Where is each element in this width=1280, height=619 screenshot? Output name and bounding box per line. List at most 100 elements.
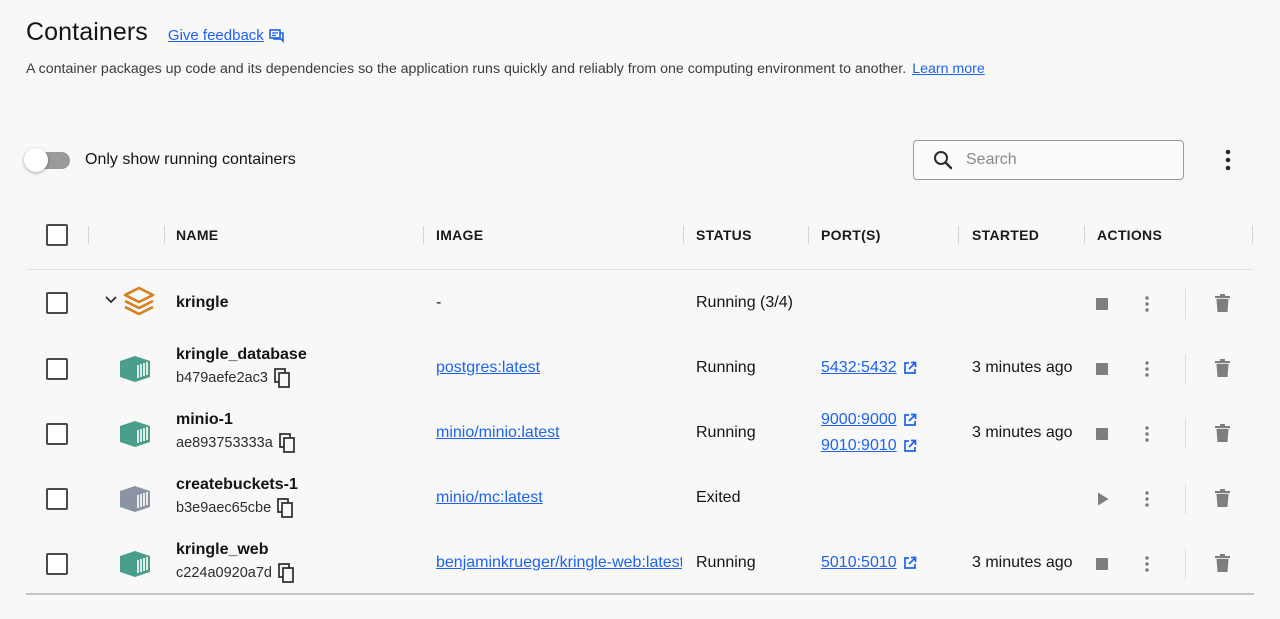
learn-more-link[interactable]: Learn more xyxy=(912,61,985,77)
table-row[interactable]: createbuckets-1 b3e9aec65cbe minio/mc:la… xyxy=(26,468,1254,533)
row-checkbox[interactable] xyxy=(46,423,68,445)
external-link-icon xyxy=(903,361,916,374)
select-all-checkbox[interactable] xyxy=(46,224,68,246)
table-row[interactable]: minio-1 ae893753333a minio/minio:latest … xyxy=(26,403,1254,468)
give-feedback-label: Give feedback xyxy=(167,27,264,44)
column-header-actions: ACTIONS xyxy=(1097,227,1163,243)
container-image-link[interactable]: minio/minio:latest xyxy=(436,424,682,442)
copy-icon[interactable] xyxy=(278,433,295,453)
row-more-button[interactable] xyxy=(1140,554,1154,574)
trash-icon[interactable] xyxy=(1215,294,1230,312)
container-status: Running xyxy=(696,424,756,441)
container-name[interactable]: minio-1 xyxy=(176,411,233,429)
container-started: 3 minutes ago xyxy=(972,359,1073,376)
stop-icon[interactable] xyxy=(1096,363,1108,375)
container-name[interactable]: kringle_database xyxy=(176,346,307,364)
column-divider xyxy=(808,226,809,244)
more-vert-icon xyxy=(1145,426,1149,442)
column-header-status[interactable]: STATUS xyxy=(696,227,752,243)
running-filter-toggle[interactable] xyxy=(24,148,70,172)
table-row[interactable]: kringle_web c224a0920a7d benjaminkrueger… xyxy=(26,533,1254,595)
search-box[interactable] xyxy=(913,140,1184,180)
copy-icon[interactable] xyxy=(278,563,294,583)
containers-table: NAME IMAGE STATUS PORT(S) STARTED ACTION… xyxy=(26,210,1254,595)
port-text: 9010:9010 xyxy=(821,437,897,454)
container-started: 3 minutes ago xyxy=(972,554,1073,571)
stack-icon xyxy=(123,286,155,316)
actions-divider xyxy=(1185,289,1186,319)
container-image-link[interactable]: postgres:latest xyxy=(436,359,682,377)
trash-icon[interactable] xyxy=(1215,489,1230,507)
container-id-text: ae893753333a xyxy=(176,435,273,451)
container-icon xyxy=(120,486,150,512)
trash-icon[interactable] xyxy=(1215,359,1230,377)
row-more-button[interactable] xyxy=(1140,424,1154,444)
external-link-icon xyxy=(903,439,916,452)
copy-icon[interactable] xyxy=(277,498,294,518)
external-link-icon xyxy=(903,556,916,569)
more-vert-icon xyxy=(1145,296,1149,312)
page-header: Containers Give feedback xyxy=(26,18,284,47)
port-link[interactable]: 9010:9010 xyxy=(821,437,917,455)
row-checkbox[interactable] xyxy=(46,358,68,380)
stop-icon[interactable] xyxy=(1096,428,1108,440)
container-image-link[interactable]: benjaminkrueger/kringle-web:latest xyxy=(436,554,682,572)
more-vert-icon xyxy=(1145,556,1149,572)
column-header-image[interactable]: IMAGE xyxy=(436,227,483,243)
container-id-text: b479aefe2ac3 xyxy=(176,370,268,386)
column-divider xyxy=(1084,226,1085,244)
row-checkbox[interactable] xyxy=(46,292,68,314)
column-header-ports[interactable]: PORT(S) xyxy=(821,227,881,243)
container-status: Running xyxy=(696,359,756,376)
page-description: A container packages up code and its dep… xyxy=(26,61,985,77)
row-more-button[interactable] xyxy=(1140,489,1154,509)
running-filter-label: Only show running containers xyxy=(85,151,296,168)
give-feedback-link[interactable]: Give feedback xyxy=(168,27,284,44)
column-divider xyxy=(683,226,684,244)
play-icon[interactable] xyxy=(1097,492,1109,506)
group-name[interactable]: kringle xyxy=(176,294,228,312)
external-link-icon xyxy=(903,413,916,426)
actions-divider xyxy=(1185,354,1186,384)
container-id-text: b3e9aec65cbe xyxy=(176,500,272,516)
port-link[interactable]: 5010:5010 xyxy=(821,554,917,572)
port-text: 9000:9000 xyxy=(821,411,897,428)
table-row-group[interactable]: kringle - Running (3/4) xyxy=(26,270,1254,338)
container-id: b479aefe2ac3 xyxy=(176,368,290,388)
container-icon xyxy=(120,356,150,382)
container-status: Running xyxy=(696,554,756,571)
port-text: 5010:5010 xyxy=(821,554,897,571)
container-name[interactable]: kringle_web xyxy=(176,541,268,559)
table-header: NAME IMAGE STATUS PORT(S) STARTED ACTION… xyxy=(26,210,1254,270)
port-link[interactable]: 5432:5432 xyxy=(821,359,917,377)
table-row[interactable]: kringle_database b479aefe2ac3 postgres:l… xyxy=(26,338,1254,403)
trash-icon[interactable] xyxy=(1215,424,1230,442)
container-image-link[interactable]: minio/mc:latest xyxy=(436,489,682,507)
column-header-started[interactable]: STARTED xyxy=(972,227,1039,243)
trash-icon[interactable] xyxy=(1215,554,1230,572)
column-divider xyxy=(1252,226,1253,244)
column-divider xyxy=(164,226,165,244)
more-vert-icon xyxy=(1225,149,1231,171)
description-text: A container packages up code and its dep… xyxy=(26,61,907,77)
more-vert-icon xyxy=(1145,491,1149,507)
container-icon xyxy=(120,421,150,447)
copy-icon[interactable] xyxy=(274,368,290,388)
row-more-button[interactable] xyxy=(1140,359,1154,379)
column-divider xyxy=(423,226,424,244)
chevron-down-icon[interactable] xyxy=(104,295,118,305)
row-checkbox[interactable] xyxy=(46,488,68,510)
container-name[interactable]: createbuckets-1 xyxy=(176,476,298,494)
row-more-button[interactable] xyxy=(1140,294,1154,314)
column-header-name[interactable]: NAME xyxy=(176,227,218,243)
container-started: 3 minutes ago xyxy=(972,424,1073,441)
port-link[interactable]: 9000:9000 xyxy=(821,411,917,429)
row-checkbox[interactable] xyxy=(46,553,68,575)
stop-icon[interactable] xyxy=(1096,298,1108,310)
container-id: b3e9aec65cbe xyxy=(176,498,294,518)
stop-icon[interactable] xyxy=(1096,558,1108,570)
group-status: Running (3/4) xyxy=(696,294,793,311)
more-options-button[interactable] xyxy=(1216,148,1240,172)
actions-divider xyxy=(1185,549,1186,579)
search-input[interactable] xyxy=(966,151,1166,169)
